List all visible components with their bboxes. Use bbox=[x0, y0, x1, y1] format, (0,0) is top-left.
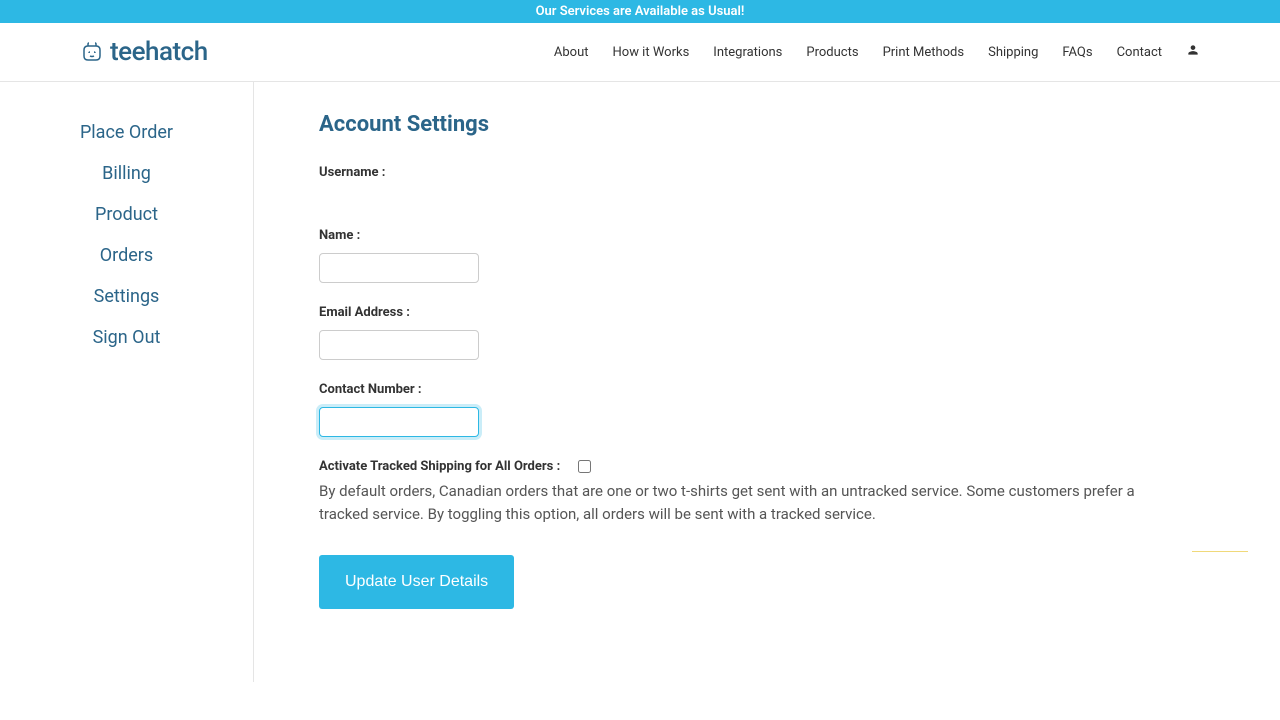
tracked-shipping-help: By default orders, Canadian orders that … bbox=[319, 480, 1154, 525]
nav-contact[interactable]: Contact bbox=[1117, 45, 1162, 60]
name-field-group: Name : bbox=[319, 228, 1154, 283]
email-label: Email Address : bbox=[319, 305, 1154, 320]
header: teehatch About How it Works Integrations… bbox=[0, 23, 1280, 82]
announcement-text: Our Services are Available as Usual! bbox=[536, 4, 745, 19]
nav-faqs[interactable]: FAQs bbox=[1062, 45, 1092, 60]
contact-input[interactable] bbox=[319, 407, 479, 437]
brand-name: teehatch bbox=[110, 37, 208, 67]
nav-products[interactable]: Products bbox=[806, 45, 858, 60]
logo-icon bbox=[80, 40, 104, 64]
username-field-group: Username : bbox=[319, 165, 1154, 180]
nav-about[interactable]: About bbox=[554, 45, 589, 60]
nav-shipping[interactable]: Shipping bbox=[988, 45, 1038, 60]
page-title: Account Settings bbox=[319, 112, 1154, 137]
username-label: Username : bbox=[319, 165, 1154, 180]
sidebar-item-settings[interactable]: Settings bbox=[20, 276, 233, 317]
sidebar-item-place-order[interactable]: Place Order bbox=[20, 112, 233, 153]
contact-field-group: Contact Number : bbox=[319, 382, 1154, 437]
sidebar-item-product[interactable]: Product bbox=[20, 194, 233, 235]
sidebar-item-orders[interactable]: Orders bbox=[20, 235, 233, 276]
sidebar-item-billing[interactable]: Billing bbox=[20, 153, 233, 194]
decorative-accent bbox=[1192, 551, 1248, 552]
main-content: Account Settings Username : Name : Email… bbox=[254, 82, 1214, 682]
sidebar: Place Order Billing Product Orders Setti… bbox=[0, 82, 254, 682]
logo[interactable]: teehatch bbox=[80, 37, 208, 67]
nav-integrations[interactable]: Integrations bbox=[713, 45, 782, 60]
email-field-group: Email Address : bbox=[319, 305, 1154, 360]
name-input[interactable] bbox=[319, 253, 479, 283]
nav-user-account[interactable] bbox=[1186, 43, 1200, 61]
contact-label: Contact Number : bbox=[319, 382, 1154, 397]
tracked-shipping-label: Activate Tracked Shipping for All Orders… bbox=[319, 459, 560, 474]
tracked-shipping-checkbox[interactable] bbox=[578, 460, 591, 473]
name-label: Name : bbox=[319, 228, 1154, 243]
nav-print-methods[interactable]: Print Methods bbox=[883, 45, 965, 60]
email-input[interactable] bbox=[319, 330, 479, 360]
tracked-shipping-row: Activate Tracked Shipping for All Orders… bbox=[319, 459, 1154, 474]
sidebar-item-sign-out[interactable]: Sign Out bbox=[20, 317, 233, 358]
user-icon bbox=[1186, 43, 1200, 57]
nav-how-it-works[interactable]: How it Works bbox=[613, 45, 690, 60]
announcement-bar: Our Services are Available as Usual! bbox=[0, 0, 1280, 23]
update-user-details-button[interactable]: Update User Details bbox=[319, 555, 514, 609]
main-nav: About How it Works Integrations Products… bbox=[554, 43, 1200, 61]
